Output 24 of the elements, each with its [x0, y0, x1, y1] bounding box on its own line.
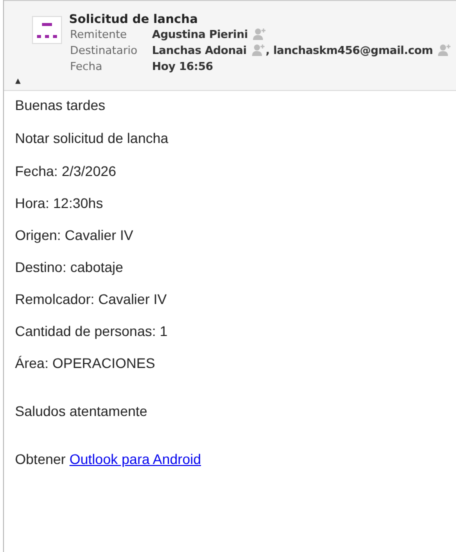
field-label: Remitente: [70, 27, 128, 43]
signature-text: Obtener: [15, 451, 66, 467]
field-value: Hoy 16:56: [152, 59, 213, 75]
add-contact-icon[interactable]: [438, 44, 452, 56]
message-text: Notar solicitud de lancha: [15, 130, 170, 146]
message-text: Saludos atentamente: [15, 403, 148, 419]
field-value: Lanchas Adonai: [152, 43, 247, 59]
message-text: Origen: Cavalier IV: [15, 227, 134, 243]
add-contact-icon[interactable]: [252, 44, 266, 56]
message-text: Hora: 12:30hs: [15, 195, 104, 211]
field-label: Destinatario: [70, 43, 138, 59]
message-text: Remolcador: Cavalier IV: [15, 291, 168, 307]
app-logo-icon: [32, 16, 62, 44]
field-value: , lanchaskm456@gmail.com: [266, 43, 433, 59]
message-text: Área: OPERACIONES: [15, 355, 156, 371]
message-text: Destino: cabotaje: [15, 259, 124, 275]
message-text: Buenas tardes: [15, 97, 106, 113]
signature-link[interactable]: Outlook para Android: [69, 451, 202, 467]
field-label: Fecha: [70, 59, 104, 75]
email-subject: Solicitud de lancha: [69, 11, 199, 27]
add-contact-icon[interactable]: [252, 28, 267, 40]
message-text: Cantidad de personas: 1: [15, 323, 169, 339]
field-value: Agustina Pierini: [152, 27, 248, 43]
message-text: Fecha: 2/3/2026: [15, 163, 118, 179]
